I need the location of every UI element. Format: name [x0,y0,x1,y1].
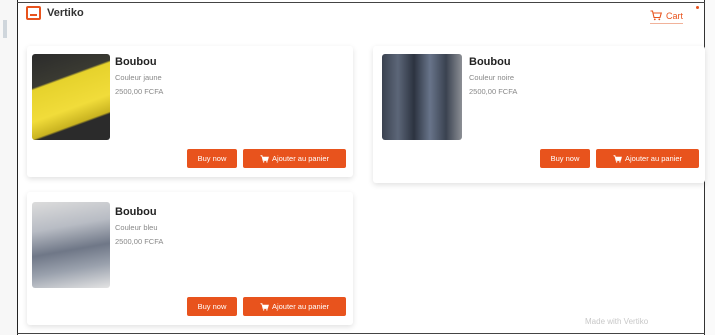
cart-badge [696,6,699,9]
cart-icon [650,10,662,21]
cart-icon [260,154,269,163]
cart-label: Cart [666,10,684,21]
product-price: 2500,00 FCFA [115,87,164,96]
bottom-divider [17,333,705,334]
product-card: Boubou Couleur bleu 2500,00 FCFA Buy now… [27,192,353,325]
product-description: Couleur noire [469,73,515,82]
product-description: Couleur jaune [115,73,162,82]
product-price: 2500,00 FCFA [115,237,164,246]
shop-icon [26,6,41,20]
left-panel-edge [0,0,18,335]
cart-icon [613,154,622,163]
product-name: Boubou [469,56,511,68]
buy-now-button[interactable]: Buy now [187,149,237,168]
buy-now-button[interactable]: Buy now [540,149,590,168]
product-image[interactable] [382,54,462,140]
footer-text: Made with Vertiko [585,317,649,326]
add-to-cart-button[interactable]: Ajouter au panier [596,149,699,168]
top-divider [17,2,705,3]
cart-icon [260,302,269,311]
product-description: Couleur bleu [115,223,158,232]
product-price: 2500,00 FCFA [469,87,518,96]
product-image[interactable] [32,54,110,140]
add-to-cart-button[interactable]: Ajouter au panier [243,297,346,316]
product-name: Boubou [115,206,157,218]
app-header: Vertiko [26,6,84,20]
left-panel-marker [3,20,7,38]
product-card: Boubou Couleur noire 2500,00 FCFA Buy no… [373,46,705,183]
app-title: Vertiko [47,7,84,19]
right-panel-edge [704,0,715,335]
buy-now-button[interactable]: Buy now [187,297,237,316]
product-name: Boubou [115,56,157,68]
product-image[interactable] [32,202,110,288]
cart-button[interactable]: Cart [650,10,684,24]
product-card: Boubou Couleur jaune 2500,00 FCFA Buy no… [27,46,353,177]
add-to-cart-button[interactable]: Ajouter au panier [243,149,346,168]
